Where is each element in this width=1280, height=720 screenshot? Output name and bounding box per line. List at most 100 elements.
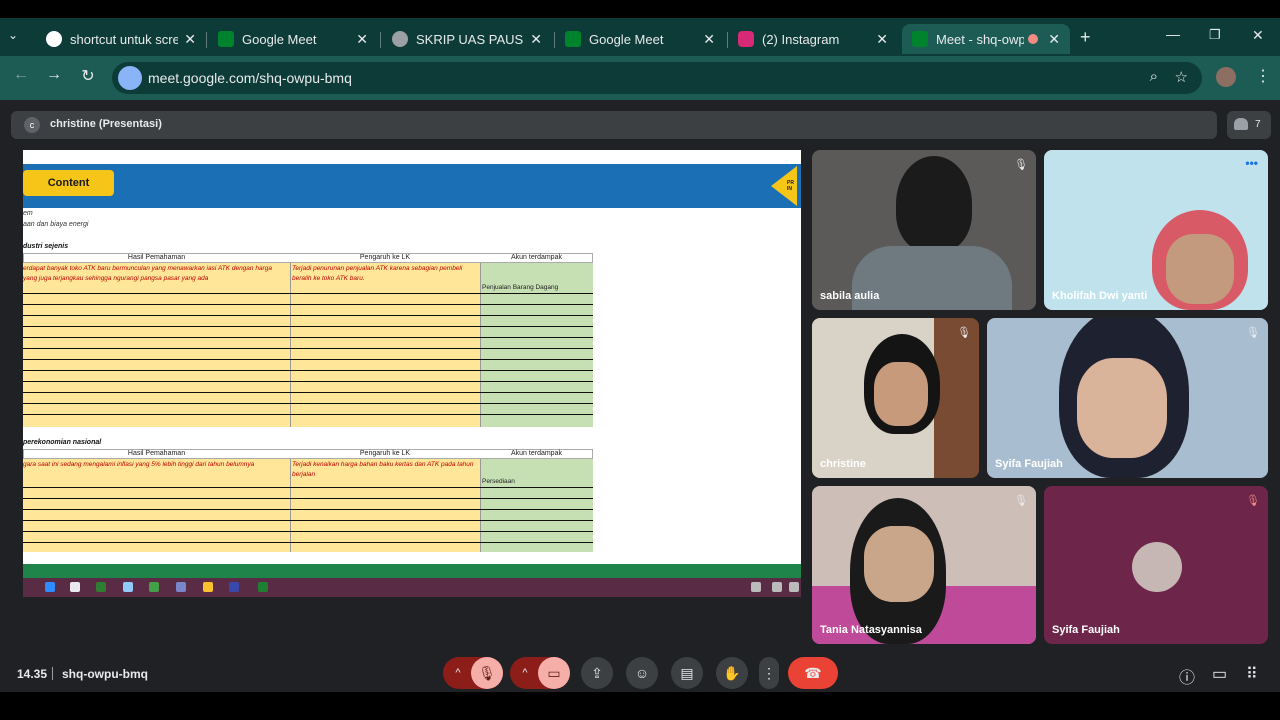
app-icon[interactable] xyxy=(96,582,106,592)
camera-toggle-button[interactable]: ▭ xyxy=(538,657,570,689)
meeting-controls: 14.35 shq-owpu-bmq ^ 🎙 ^ ▭ ⇪ ☺ ▤ ✋ ⋮ ☎ ⓘ… xyxy=(0,648,1280,692)
instagram-icon xyxy=(738,31,754,47)
reload-icon[interactable]: ↻ xyxy=(76,66,100,86)
participant-tile[interactable]: 🎙 Syifa Faujiah xyxy=(1044,486,1268,644)
table-row xyxy=(23,520,593,521)
meet-icon xyxy=(565,31,581,47)
participant-tile[interactable]: ••• Kholifah Dwi yanti xyxy=(1044,150,1268,310)
mic-off-icon: 🎙 xyxy=(1246,327,1260,339)
close-tab-icon[interactable]: ✕ xyxy=(184,31,196,48)
tab-instagram[interactable]: (2) Instagram ✕ xyxy=(730,24,898,54)
tray-icon[interactable] xyxy=(789,582,799,592)
globe-icon xyxy=(392,31,408,47)
back-icon[interactable]: ← xyxy=(9,66,33,84)
chat-icon[interactable]: ▭ xyxy=(1212,664,1227,684)
tray-icon[interactable] xyxy=(751,582,761,592)
tab-label: Google Meet xyxy=(242,31,317,47)
people-icon xyxy=(1234,118,1248,130)
more-options-icon[interactable]: ••• xyxy=(1245,156,1258,170)
app-icon[interactable] xyxy=(229,582,239,592)
table-cell: gara saat ini sedang mengalami inflasi y… xyxy=(23,461,255,468)
menu-kebab-icon[interactable]: ⋮ xyxy=(1255,66,1271,86)
more-options-button[interactable]: ⋮ xyxy=(759,657,779,689)
participant-tile[interactable]: 🎙 Syifa Faujiah xyxy=(987,318,1268,478)
meet-stage: c christine (Presentasi) 7 Content PR IN… xyxy=(0,100,1280,692)
mic-off-icon: 🎙 xyxy=(1246,495,1260,507)
url-text: meet.google.com/shq-owpu-bmq xyxy=(148,70,352,86)
participant-tile[interactable]: 🎙 sabila aulia xyxy=(812,150,1036,310)
forward-icon[interactable]: → xyxy=(42,66,66,84)
participant-tile[interactable]: 🎙 Tania Natasyannisa xyxy=(812,486,1036,644)
tab-google-meet-1[interactable]: Google Meet ✕ xyxy=(210,24,378,54)
people-button[interactable]: 7 xyxy=(1227,111,1271,139)
table-header-cell: Pengaruh ke LK xyxy=(359,254,411,261)
app-icon[interactable] xyxy=(149,582,159,592)
slide-text-line: aan dan biaya energi xyxy=(23,221,89,228)
tab-search-icon[interactable]: ⌄ xyxy=(8,28,18,42)
table-row xyxy=(23,370,593,371)
app-icon[interactable] xyxy=(123,582,133,592)
address-bar[interactable]: meet.google.com/shq-owpu-bmq ⌕ ☆ xyxy=(112,62,1202,94)
zoom-icon[interactable]: ⌕ xyxy=(1150,68,1158,85)
content-button[interactable]: Content xyxy=(23,170,114,196)
chrome-icon[interactable] xyxy=(203,582,213,592)
app-icon[interactable] xyxy=(176,582,186,592)
table-cell: Terjadi kenaikan harga bahan baku kertas… xyxy=(292,461,474,478)
tab-separator xyxy=(380,32,381,48)
table-col xyxy=(480,253,593,427)
table-cell: erdapat banyak toko ATK baru bermunculan… xyxy=(23,265,272,282)
camera-options-chevron-icon[interactable]: ^ xyxy=(512,657,538,689)
table-row xyxy=(23,487,593,488)
restore-icon[interactable]: ❐ xyxy=(1209,27,1221,43)
table-row xyxy=(23,531,593,532)
close-tab-icon[interactable]: ✕ xyxy=(876,31,888,48)
site-info-icon[interactable] xyxy=(118,66,142,90)
presenter-bar: c christine (Presentasi) xyxy=(11,111,1217,139)
close-tab-icon[interactable]: ✕ xyxy=(530,31,542,48)
table-cell: Terjadi penurunan penjualan ATK karena s… xyxy=(292,265,463,282)
home-icon[interactable] xyxy=(70,582,80,592)
activities-icon[interactable]: ⠿ xyxy=(1246,664,1258,684)
mic-off-icon: 🎙 xyxy=(1014,159,1028,171)
tab-meet-active[interactable]: Meet - shq-owpu ✕ xyxy=(902,24,1070,54)
tab-shortcut[interactable]: shortcut untuk screen ✕ xyxy=(38,24,206,54)
excel-icon[interactable] xyxy=(258,582,268,592)
recording-icon xyxy=(1028,34,1038,44)
profile-avatar[interactable] xyxy=(1216,67,1236,87)
mic-off-icon: 🎙 xyxy=(1014,495,1028,507)
tab-label: SKRIP UAS PAUS.pdf xyxy=(416,31,524,47)
close-tab-icon[interactable]: ✕ xyxy=(703,31,715,48)
minimize-icon[interactable]: — xyxy=(1166,26,1180,42)
present-screen-button[interactable]: ⇪ xyxy=(581,657,613,689)
tab-bar: ⌄ shortcut untuk screen ✕ Google Meet ✕ … xyxy=(0,18,1280,56)
tab-skrip-pdf[interactable]: SKRIP UAS PAUS.pdf ✕ xyxy=(384,24,552,54)
leave-call-button[interactable]: ☎ xyxy=(788,657,838,689)
participant-video xyxy=(1077,358,1167,458)
slide-header-bar xyxy=(23,164,801,208)
table-col xyxy=(480,449,593,552)
meet-icon xyxy=(218,31,234,47)
participant-video xyxy=(1166,234,1234,304)
mic-options-chevron-icon[interactable]: ^ xyxy=(445,657,471,689)
participant-tile[interactable]: 🎙 christine xyxy=(812,318,979,478)
table-row xyxy=(23,498,593,499)
table-row xyxy=(23,337,593,338)
close-window-icon[interactable]: ✕ xyxy=(1252,27,1264,44)
mic-toggle-button[interactable]: 🎙 xyxy=(471,657,503,689)
tab-label: Meet - shq-owpu xyxy=(936,31,1024,47)
section-title: perekonomian nasional xyxy=(23,439,102,446)
participant-name: christine xyxy=(820,458,866,470)
close-tab-icon[interactable]: ✕ xyxy=(1048,31,1060,48)
reactions-button[interactable]: ☺ xyxy=(626,657,658,689)
captions-button[interactable]: ▤ xyxy=(671,657,703,689)
meeting-info-icon[interactable]: ⓘ xyxy=(1179,664,1195,688)
tray-icon[interactable] xyxy=(772,582,782,592)
tab-google-meet-2[interactable]: Google Meet ✕ xyxy=(557,24,725,54)
table-row xyxy=(23,315,593,316)
bookmark-star-icon[interactable]: ☆ xyxy=(1175,68,1188,86)
new-tab-icon[interactable]: + xyxy=(1080,27,1091,48)
edge-icon[interactable] xyxy=(45,582,55,592)
close-tab-icon[interactable]: ✕ xyxy=(356,31,368,48)
table-row xyxy=(23,359,593,360)
raise-hand-button[interactable]: ✋ xyxy=(716,657,748,689)
